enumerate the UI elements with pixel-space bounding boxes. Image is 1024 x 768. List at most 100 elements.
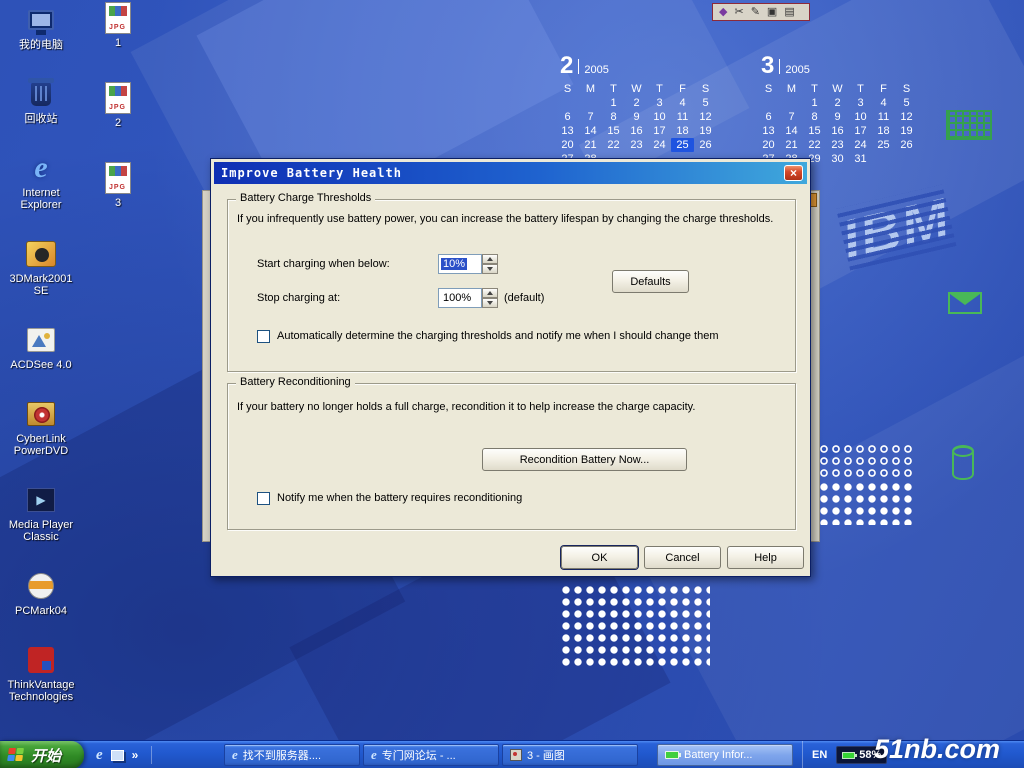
thinkvantage-technologies-icon bbox=[24, 644, 58, 676]
desktop-icon-label: 回收站 bbox=[25, 113, 58, 125]
internet-explorer-icon: e bbox=[24, 152, 58, 184]
desktop-icon-thinkvantage-technologies[interactable]: ThinkVantage Technologies bbox=[2, 644, 80, 703]
desktop-icon-my-computer[interactable]: 我的电脑 bbox=[2, 4, 80, 51]
quicklaunch-internet-explorer[interactable]: e bbox=[96, 747, 103, 764]
quicklaunch-more[interactable]: » bbox=[132, 748, 139, 762]
start-threshold-field[interactable]: 10% bbox=[438, 254, 482, 274]
desktop-icon-media-player-classic[interactable]: ▶Media Player Classic bbox=[2, 484, 80, 543]
close-button[interactable]: × bbox=[784, 165, 803, 181]
desktop-icon-3dmark2001-se[interactable]: 3DMark2001 SE bbox=[2, 238, 80, 297]
desktop-icon-label: PCMark04 bbox=[15, 605, 67, 617]
jpg-icon-list: 1 2 3 bbox=[94, 2, 142, 242]
start-threshold-spinner[interactable]: 10% bbox=[438, 254, 498, 274]
task-label: 专门网论坛 - ... bbox=[382, 747, 456, 763]
desktop-icon-label: ThinkVantage Technologies bbox=[3, 679, 79, 703]
stop-charging-label: Stop charging at: bbox=[257, 292, 340, 304]
windows-logo-icon bbox=[7, 748, 26, 762]
keyboard-icon bbox=[946, 110, 992, 140]
desktop-icon-label: ACDSee 4.0 bbox=[10, 359, 71, 371]
monitor-icon[interactable]: ▣ bbox=[767, 7, 777, 18]
desktop-icon-recycle-bin[interactable]: 回收站 bbox=[2, 78, 80, 125]
taskbar: 开始 e » e 找不到服务器.... e 专门网论坛 - ... 3 - 画图 Batte… bbox=[0, 740, 1024, 768]
desktop-icon-acdsee-40[interactable]: ACDSee 4.0 bbox=[2, 324, 80, 371]
stop-threshold-field[interactable]: 100% bbox=[438, 288, 482, 308]
task-label: 3 - 画图 bbox=[527, 747, 565, 763]
battery-icon bbox=[665, 751, 679, 759]
media-player-classic-icon: ▶ bbox=[24, 484, 58, 516]
desktop-icon-label: CyberLink PowerDVD bbox=[3, 433, 79, 457]
task-label: Battery Infor... bbox=[684, 749, 752, 761]
floating-toolbar[interactable]: ◆ ✂ ✎ ▣ ▤ bbox=[712, 3, 810, 21]
taskbar-task-2[interactable]: e 专门网论坛 - ... bbox=[363, 744, 499, 766]
jpg-file-icon bbox=[101, 82, 135, 114]
battery-reconditioning-group: Battery Reconditioning If your battery n… bbox=[227, 383, 796, 530]
help-button[interactable]: Help bbox=[727, 546, 804, 569]
ie-icon: e bbox=[232, 747, 238, 763]
cyberlink-powerdvd-icon bbox=[24, 398, 58, 430]
cancel-button[interactable]: Cancel bbox=[644, 546, 721, 569]
checkbox-icon[interactable] bbox=[257, 492, 270, 505]
desktop-icon-label: 1 bbox=[115, 37, 121, 49]
stop-threshold-spinner[interactable]: 100% bbox=[438, 288, 498, 308]
dot-pattern bbox=[560, 584, 710, 666]
improve-battery-health-dialog: Improve Battery Health × Battery Charge … bbox=[210, 158, 811, 577]
grid-icon[interactable]: ▤ bbox=[784, 7, 794, 18]
dialog-titlebar[interactable]: Improve Battery Health × bbox=[214, 162, 807, 184]
dot-pattern bbox=[818, 443, 914, 481]
checkbox-label: Automatically determine the charging thr… bbox=[277, 330, 718, 343]
up-arrow-icon bbox=[487, 257, 493, 261]
my-computer-icon bbox=[24, 4, 58, 36]
ie-icon: e bbox=[371, 747, 377, 763]
quicklaunch-show-desktop[interactable] bbox=[111, 750, 124, 761]
taskbar-task-3[interactable]: 3 - 画图 bbox=[502, 744, 638, 766]
desktop-icon-label: 2 bbox=[115, 117, 121, 129]
battery-icon bbox=[842, 752, 855, 759]
notify-reconditioning-checkbox[interactable]: Notify me when the battery requires reco… bbox=[257, 492, 522, 505]
pcmark04-icon bbox=[24, 570, 58, 602]
jpg-file-icon bbox=[101, 162, 135, 194]
diamond-icon[interactable]: ◆ bbox=[719, 7, 727, 18]
start-button-label: 开始 bbox=[31, 745, 61, 766]
desktop-icon-label: 我的电脑 bbox=[19, 39, 63, 51]
3dmark2001-se-icon bbox=[24, 238, 58, 270]
checkbox-label: Notify me when the battery requires reco… bbox=[277, 492, 522, 505]
task-label: 找不到服务器.... bbox=[243, 747, 321, 763]
acdsee-40-icon bbox=[24, 324, 58, 356]
start-button[interactable]: 开始 bbox=[0, 741, 84, 768]
spinner-buttons bbox=[482, 288, 498, 308]
desktop-icon-internet-explorer[interactable]: eInternet Explorer bbox=[2, 152, 80, 211]
thresholds-description: If you infrequently use battery power, y… bbox=[237, 213, 773, 225]
start-charging-label: Start charging when below: bbox=[257, 258, 390, 270]
battery-cylinder-icon bbox=[952, 446, 974, 480]
reconditioning-description: If your battery no longer holds a full c… bbox=[237, 401, 695, 413]
language-indicator[interactable]: EN bbox=[812, 749, 827, 761]
spin-down-button[interactable] bbox=[482, 298, 498, 308]
down-arrow-icon bbox=[487, 301, 493, 305]
start-threshold-value: 10% bbox=[441, 258, 467, 270]
taskbar-task-1[interactable]: e 找不到服务器.... bbox=[224, 744, 360, 766]
default-note: (default) bbox=[504, 292, 544, 304]
defaults-button[interactable]: Defaults bbox=[612, 270, 689, 293]
spin-down-button[interactable] bbox=[482, 264, 498, 274]
desktop-icon-jpg-3[interactable]: 3 bbox=[94, 162, 142, 209]
scissors-icon[interactable]: ✂ bbox=[734, 7, 743, 18]
spin-up-button[interactable] bbox=[482, 288, 498, 298]
desktop-icon-jpg-2[interactable]: 2 bbox=[94, 82, 142, 129]
desktop-icon-label: 3DMark2001 SE bbox=[3, 273, 79, 297]
close-icon: × bbox=[790, 167, 797, 179]
desktop-icon-jpg-1[interactable]: 1 bbox=[94, 2, 142, 49]
recondition-battery-button[interactable]: Recondition Battery Now... bbox=[482, 448, 687, 471]
ok-button[interactable]: OK bbox=[561, 546, 638, 569]
taskbar-task-4[interactable]: Battery Infor... bbox=[657, 744, 793, 766]
pen-icon[interactable]: ✎ bbox=[751, 7, 760, 18]
battery-charge-thresholds-group: Battery Charge Thresholds If you infrequ… bbox=[227, 199, 796, 372]
spin-up-button[interactable] bbox=[482, 254, 498, 264]
jpg-file-icon bbox=[101, 2, 135, 34]
group-title: Battery Reconditioning bbox=[236, 376, 355, 388]
checkbox-icon[interactable] bbox=[257, 330, 270, 343]
desktop-icon-list: 我的电脑回收站 eInternet Explorer 3DMark2001 SE AC… bbox=[2, 4, 80, 730]
auto-determine-checkbox[interactable]: Automatically determine the charging thr… bbox=[257, 330, 718, 343]
desktop-icon-pcmark04[interactable]: PCMark04 bbox=[2, 570, 80, 617]
desktop-icon-cyberlink-powerdvd[interactable]: CyberLink PowerDVD bbox=[2, 398, 80, 457]
up-arrow-icon bbox=[487, 291, 493, 295]
